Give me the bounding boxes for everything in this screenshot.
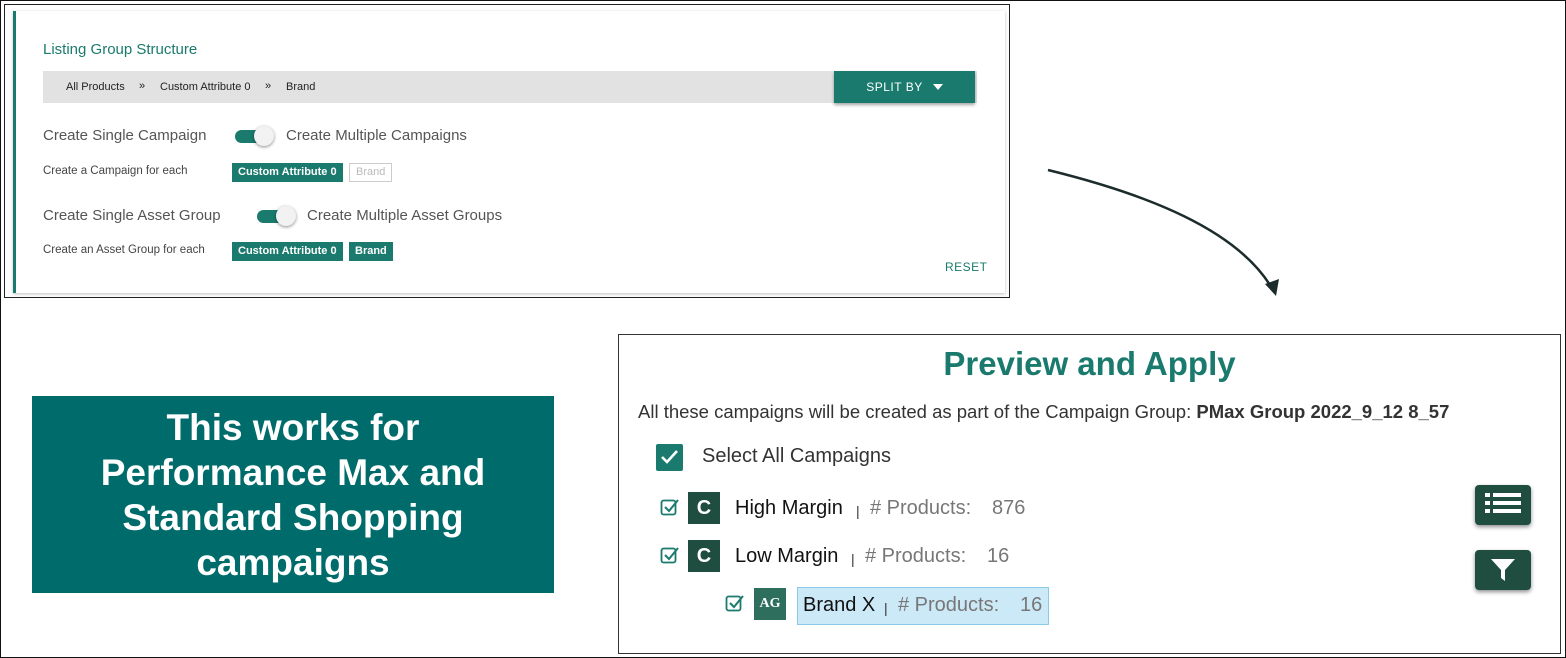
banner-text: This works for Performance Max and Stand… (100, 406, 486, 583)
asset-group-mode-toggle[interactable] (257, 205, 297, 227)
list-icon (1485, 493, 1521, 513)
preview-description: All these campaigns will be created as p… (638, 401, 1449, 423)
preview-description-text: All these campaigns will be created as p… (638, 401, 1197, 422)
split-by-label: SPLIT BY (866, 80, 923, 94)
breadcrumb-item-custom-attribute[interactable]: Custom Attribute 0 (160, 81, 251, 93)
asset-group-name[interactable]: Brand X (803, 594, 875, 617)
select-all-checkbox[interactable] (656, 444, 683, 471)
products-count: 16 (987, 545, 1010, 567)
list-view-button[interactable] (1475, 485, 1531, 525)
campaign-name[interactable]: Low Margin (735, 545, 838, 568)
asset-group-for-each-label: Create an Asset Group for each (43, 244, 205, 256)
listing-group-title: Listing Group Structure (43, 41, 198, 58)
preview-panel: Preview and Apply All these campaigns wi… (618, 334, 1561, 654)
filter-icon (1491, 559, 1515, 581)
products-label: # Products: (870, 497, 972, 519)
separator-pipe: | (884, 600, 888, 616)
asset-chip-custom-attribute[interactable]: Custom Attribute 0 (232, 242, 343, 261)
campaign-checkbox[interactable] (660, 497, 680, 517)
listing-group-card: Listing Group Structure All Products » C… (13, 11, 1005, 293)
products-label: # Products: (865, 545, 967, 567)
campaign-chip-custom-attribute[interactable]: Custom Attribute 0 (232, 163, 343, 182)
campaign-chip-brand[interactable]: Brand (349, 163, 393, 182)
products-count: 876 (992, 497, 1026, 519)
campaign-name[interactable]: High Margin (735, 497, 843, 520)
single-campaign-label: Create Single Campaign (43, 127, 207, 144)
curved-arrow-icon (1047, 168, 1279, 296)
info-banner: This works for Performance Max and Stand… (32, 396, 554, 593)
breadcrumb-item-brand[interactable]: Brand (286, 81, 315, 93)
campaign-badge: C (688, 492, 720, 524)
separator-pipe: | (856, 503, 860, 519)
asset-group-badge: AG (754, 588, 786, 620)
campaign-for-each-label: Create a Campaign for each (43, 165, 188, 177)
split-by-button[interactable]: SPLIT BY (834, 71, 975, 103)
single-asset-group-label: Create Single Asset Group (43, 207, 221, 224)
products-label: # Products: (898, 594, 1000, 616)
listing-group-panel: Listing Group Structure All Products » C… (4, 4, 1010, 298)
products-count: 16 (1020, 594, 1043, 616)
campaign-mode-toggle[interactable] (235, 125, 275, 147)
breadcrumb-separator: » (139, 80, 146, 92)
checkmark-icon (661, 450, 678, 464)
toggle-knob (254, 126, 274, 146)
filter-button[interactable] (1475, 550, 1531, 590)
multiple-asset-groups-label: Create Multiple Asset Groups (307, 207, 503, 224)
toggle-knob (276, 206, 296, 226)
campaign-checkbox[interactable] (660, 545, 680, 565)
caret-down-icon (932, 84, 943, 90)
select-all-label: Select All Campaigns (702, 445, 891, 467)
campaign-group-name: PMax Group 2022_9_12 8_57 (1196, 401, 1450, 422)
asset-chip-brand[interactable]: Brand (349, 242, 393, 261)
preview-title: Preview and Apply (943, 345, 1236, 382)
reset-link[interactable]: RESET (945, 260, 988, 274)
campaign-badge: C (688, 540, 720, 572)
breadcrumb-item-all-products[interactable]: All Products (66, 81, 125, 93)
breadcrumb-separator: » (265, 80, 272, 92)
separator-pipe: | (851, 551, 855, 567)
multiple-campaigns-label: Create Multiple Campaigns (286, 127, 467, 144)
asset-group-checkbox[interactable] (725, 593, 745, 613)
